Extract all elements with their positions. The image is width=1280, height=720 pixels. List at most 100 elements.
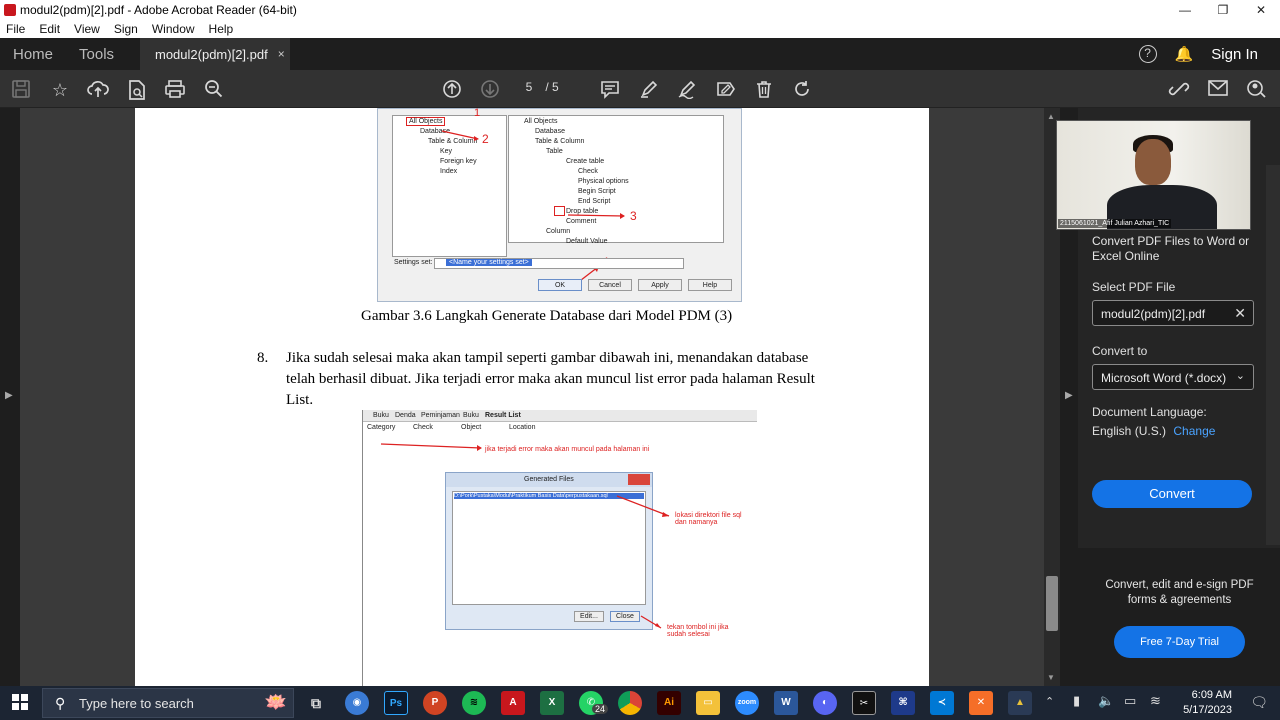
usb-device-icon[interactable]: ▮ [1073, 693, 1080, 709]
lotus-widget-icon: 🪷 [264, 692, 287, 712]
tray-chevron-icon[interactable]: ⌃ [1045, 695, 1054, 708]
tab-document-label: modul2(pdm)[2].pdf [155, 46, 268, 62]
taskbar-clock[interactable]: 6:09 AM 5/17/2023 [1183, 688, 1232, 718]
tab-home[interactable]: Home [0, 46, 66, 63]
task-view-icon[interactable]: ⧉ [304, 691, 328, 715]
convert-to-select[interactable]: Microsoft Word (*.docx) ⌄ [1092, 364, 1254, 390]
scroll-down-icon[interactable]: ▼ [1047, 673, 1055, 682]
volume-icon[interactable]: 🔈 [1098, 693, 1114, 709]
share-link-icon[interactable] [1168, 79, 1190, 101]
illustrator-icon[interactable]: Ai [657, 691, 681, 715]
scrollbar-thumb[interactable] [1046, 576, 1058, 631]
bookmark-star-icon[interactable]: ☆ [49, 79, 71, 101]
windows-start-icon[interactable] [12, 694, 28, 710]
restore-button[interactable]: ❐ [1204, 0, 1242, 20]
panel-scrollbar[interactable] [1266, 165, 1280, 545]
app-icon-db[interactable]: ▲ [1008, 691, 1032, 715]
notification-bell-icon[interactable]: 🔔 [1175, 45, 1194, 63]
clear-file-icon[interactable]: ✕ [1234, 305, 1246, 322]
chrome-icon[interactable] [618, 691, 642, 715]
menu-sign[interactable]: Sign [114, 22, 138, 36]
doc-language-value: English (U.S.) [1092, 424, 1167, 438]
sign-in-button[interactable]: Sign In [1211, 46, 1258, 63]
taskbar-search-box[interactable]: ⚲ Type here to search 🪷 [42, 688, 294, 718]
menu-help[interactable]: Help [209, 22, 234, 36]
search-icon: ⚲ [55, 695, 66, 711]
presenter-face [1135, 139, 1171, 185]
clock-date: 5/17/2023 [1183, 704, 1232, 716]
window-title: modul2(pdm)[2].pdf - Adobe Acrobat Reade… [20, 3, 297, 17]
collapse-right-panel-icon[interactable]: ▶ [1065, 390, 1073, 401]
pdf-page: All Objects Database Table & Column Key … [135, 108, 929, 686]
previous-page-icon[interactable] [441, 79, 463, 101]
capcut-icon[interactable]: ✂ [852, 691, 876, 715]
promo-section: Convert, edit and e-sign PDF forms & agr… [1078, 548, 1280, 686]
current-page-input[interactable]: 5 [516, 80, 542, 94]
select-pdf-label[interactable]: Select PDF File [1092, 280, 1175, 294]
expand-left-panel-icon[interactable]: ▶ [5, 390, 13, 401]
presenter-name: 2115061021_Afif Julian Azhari_TIC [1058, 219, 1172, 228]
zoom-icon[interactable]: zoom [735, 691, 759, 715]
tab-tools[interactable]: Tools [66, 46, 127, 63]
delete-trash-icon[interactable] [753, 79, 775, 101]
rotate-icon[interactable] [791, 79, 813, 101]
close-tab-icon[interactable]: × [278, 47, 285, 61]
app-icon-editor[interactable]: ⌘ [891, 691, 915, 715]
vscode-icon[interactable]: ≺ [930, 691, 954, 715]
promo-text: Convert, edit and e-sign PDF forms & agr… [1105, 579, 1254, 606]
photoshop-icon[interactable]: Ps [384, 691, 408, 715]
account-search-icon[interactable] [1246, 79, 1268, 101]
tab-bar: Home Tools modul2(pdm)[2].pdf × ? 🔔 Sign… [0, 38, 1280, 70]
chevron-down-icon: ⌄ [1235, 370, 1245, 382]
left-panel-toggle[interactable]: ▶ [0, 108, 20, 686]
battery-icon[interactable]: ▭ [1124, 693, 1136, 709]
spotify-icon[interactable]: ≋ [462, 691, 486, 715]
menu-file[interactable]: File [6, 22, 25, 36]
help-icon[interactable]: ? [1138, 45, 1157, 63]
file-explorer-icon[interactable]: ▭ [696, 691, 720, 715]
draw-pen-icon[interactable] [676, 79, 698, 101]
page-counter: 5 / 5 [516, 80, 559, 94]
dialog-cancel-button: Cancel [588, 279, 632, 291]
change-language-link[interactable]: Change [1173, 424, 1215, 438]
menu-view[interactable]: View [74, 22, 100, 36]
excel-icon[interactable]: X [540, 691, 564, 715]
next-page-icon[interactable] [479, 79, 501, 101]
word-icon[interactable]: W [774, 691, 798, 715]
dialog-help-button: Help [688, 279, 732, 291]
highlight-pen-icon[interactable] [638, 79, 660, 101]
save-icon[interactable] [10, 79, 32, 101]
email-icon[interactable] [1207, 79, 1229, 101]
acrobat-taskbar-icon[interactable]: A [501, 691, 525, 715]
webcam-overlay: 2115061021_Afif Julian Azhari_TIC [1056, 120, 1251, 230]
powerpoint-icon[interactable]: P [423, 691, 447, 715]
app-icon-browser[interactable]: ◉ [345, 691, 369, 715]
figure-generate-database-dialog: All Objects Database Table & Column Key … [377, 108, 742, 302]
panel-title: Convert PDF Files to Word or Excel Onlin… [1092, 234, 1250, 263]
menu-edit[interactable]: Edit [39, 22, 60, 36]
file-search-icon[interactable] [126, 79, 148, 101]
discord-icon[interactable]: ◐ [813, 691, 837, 715]
close-window-button[interactable]: ✕ [1242, 0, 1280, 20]
scroll-up-icon[interactable]: ▲ [1047, 112, 1055, 121]
free-trial-button[interactable]: Free 7-Day Trial [1114, 626, 1245, 658]
print-icon[interactable] [164, 79, 186, 101]
comment-icon[interactable] [599, 79, 621, 101]
selected-file-field[interactable]: modul2(pdm)[2].pdf ✕ [1092, 300, 1254, 326]
document-viewport[interactable]: All Objects Database Table & Column Key … [20, 108, 1044, 686]
convert-button[interactable]: Convert [1092, 480, 1252, 508]
convert-to-label: Convert to [1092, 344, 1148, 358]
tab-document[interactable]: modul2(pdm)[2].pdf × [140, 38, 290, 70]
minimize-button[interactable]: — [1166, 0, 1204, 20]
notifications-icon[interactable]: 🗨 [1250, 694, 1268, 711]
wifi-icon[interactable]: ≋ [1150, 693, 1161, 709]
cloud-upload-icon[interactable] [87, 79, 109, 101]
clock-time: 6:09 AM [1191, 689, 1232, 701]
xampp-icon[interactable]: ✕ [969, 691, 993, 715]
fill-sign-icon[interactable] [715, 79, 737, 101]
figure-caption: Gambar 3.6 Langkah Generate Database dar… [361, 308, 733, 324]
search-placeholder: Type here to search [79, 695, 194, 711]
zoom-out-icon[interactable] [203, 79, 225, 101]
whatsapp-badge: 24 [592, 704, 609, 714]
menu-window[interactable]: Window [152, 22, 195, 36]
